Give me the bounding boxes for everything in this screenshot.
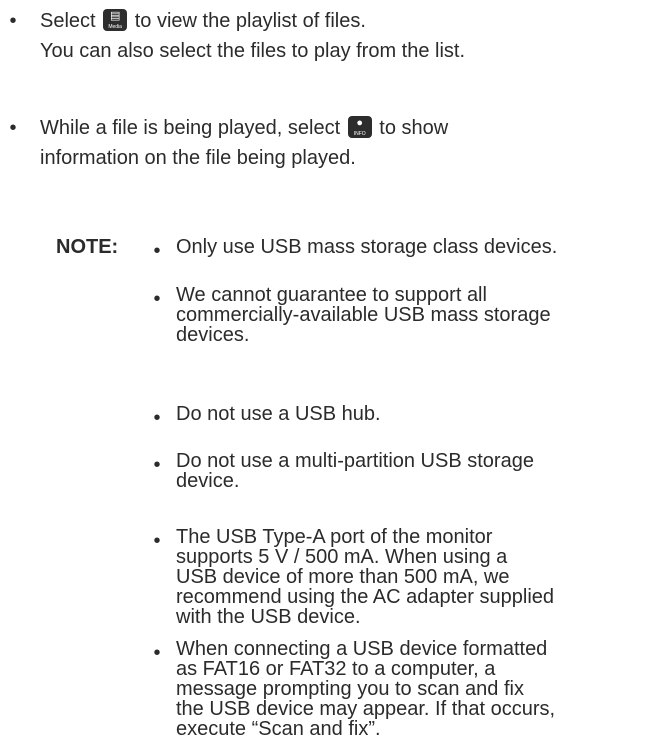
icon-caption: INFO — [353, 131, 366, 137]
note-line: Only use USB mass storage class devices. — [176, 236, 558, 258]
info-icon: ● INFO — [347, 116, 372, 138]
icon-caption: Media — [108, 24, 122, 30]
bullet-marker: • — [153, 530, 161, 552]
playlist-instruction: • Select ▤ Media to view the playlist of… — [0, 6, 640, 68]
instruction-text: to view the playlist of files. — [134, 10, 366, 32]
instruction-text: You can also select the files to play fr… — [40, 40, 466, 62]
note-label: NOTE: — [56, 236, 119, 258]
bullet-marker: • — [153, 288, 161, 310]
bullet-marker: • — [153, 407, 161, 429]
bullet-marker: • — [9, 10, 17, 32]
note-line: supports 5 V / 500 mA. When using a — [176, 546, 508, 568]
instruction-text: to show — [379, 117, 449, 139]
note-line: device. — [176, 470, 240, 492]
note-line: The USB Type-A port of the monitor — [176, 526, 493, 548]
bullet-marker: • — [153, 240, 161, 262]
note-line: We cannot guarantee to support all — [176, 284, 487, 306]
bullet-marker: • — [153, 642, 161, 664]
note-line: execute “Scan and fix”. — [176, 718, 381, 740]
note-line: USB device of more than 500 mA, we — [176, 566, 510, 588]
instruction-text: Select — [40, 10, 96, 32]
note-line: Do not use a multi-partition USB storage — [176, 450, 534, 472]
note-line: with the USB device. — [176, 606, 361, 628]
playlist-icon: ▤ Media — [103, 9, 128, 31]
note-line: the USB device may appear. If that occur… — [176, 698, 556, 720]
manual-page: • Select ▤ Media to view the playlist of… — [0, 0, 649, 747]
instruction-text: information on the file being played. — [40, 147, 356, 169]
note-line: Do not use a USB hub. — [176, 403, 381, 425]
note-line: devices. — [176, 324, 250, 346]
info-instruction: • While a file is being played, select ●… — [0, 113, 640, 175]
note-line: commercially-available USB mass storage — [176, 304, 551, 326]
note-line: When connecting a USB device formatted — [176, 638, 548, 660]
bullet-marker: • — [153, 454, 161, 476]
bullet-marker: • — [9, 117, 17, 139]
instruction-text: While a file is being played, select — [40, 117, 341, 139]
note-line: recommend using the AC adapter supplied — [176, 586, 555, 608]
note-line: message prompting you to scan and fix — [176, 678, 524, 700]
note-line: as FAT16 or FAT32 to a computer, a — [176, 658, 496, 680]
